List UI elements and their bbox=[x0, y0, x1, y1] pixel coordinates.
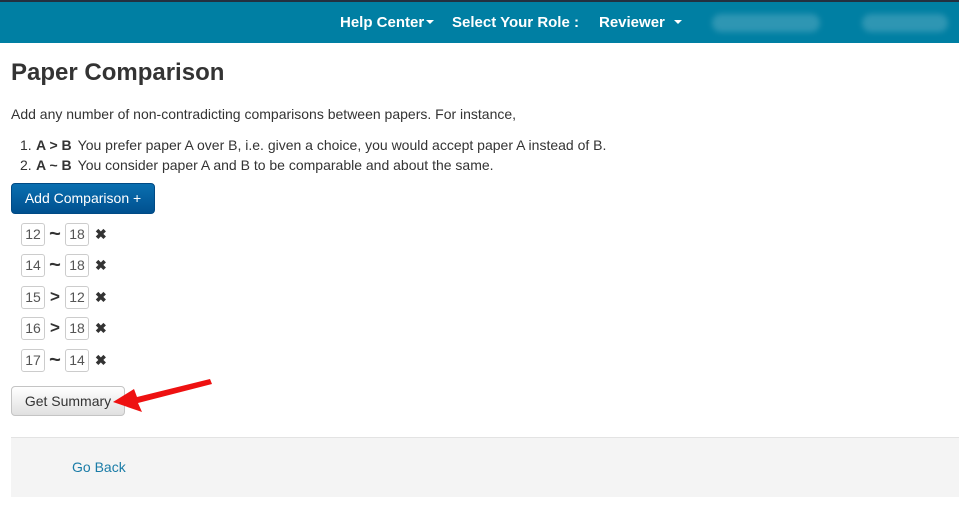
comparison-row: 16 > 18 ✖ bbox=[21, 316, 107, 340]
rule-text: You consider paper A and B to be compara… bbox=[77, 157, 494, 173]
add-comparison-button[interactable]: Add Comparison + bbox=[11, 183, 155, 214]
intro-text: Add any number of non-contradicting comp… bbox=[11, 106, 517, 122]
comparison-row: 12 ~ 18 ✖ bbox=[21, 222, 107, 246]
comparison-row: 17 ~ 14 ✖ bbox=[21, 348, 107, 372]
role-dropdown[interactable]: Reviewer bbox=[599, 2, 683, 43]
paper-b-field[interactable]: 12 bbox=[65, 285, 89, 309]
select-role-label: Select Your Role : bbox=[452, 14, 579, 31]
rule-number: 1. bbox=[20, 137, 32, 153]
red-arrow-annotation-icon bbox=[113, 379, 212, 412]
rule-item: 2. A ~ B You consider paper A and B to be … bbox=[20, 155, 606, 175]
remove-icon[interactable]: ✖ bbox=[95, 257, 107, 274]
remove-icon[interactable]: ✖ bbox=[95, 320, 107, 337]
page-title: Paper Comparison bbox=[11, 59, 225, 86]
comparison-operator: ~ bbox=[49, 223, 61, 245]
comparison-row: 14 ~ 18 ✖ bbox=[21, 253, 107, 277]
paper-a-field[interactable]: 12 bbox=[21, 222, 45, 246]
comparison-operator: > bbox=[50, 287, 60, 306]
rule-number: 2. bbox=[20, 157, 32, 173]
paper-a-field[interactable]: 17 bbox=[21, 348, 45, 372]
remove-icon[interactable]: ✖ bbox=[95, 226, 107, 243]
help-center-menu[interactable]: Help Center bbox=[340, 2, 435, 43]
caret-down-icon bbox=[674, 20, 683, 25]
remove-icon[interactable]: ✖ bbox=[95, 289, 107, 306]
comparison-operator: ~ bbox=[49, 349, 61, 371]
rule-item: 1. A > B You prefer paper A over B, i.e. g… bbox=[20, 135, 606, 155]
paper-b-field[interactable]: 18 bbox=[65, 222, 89, 246]
rule-symbol: A > B bbox=[36, 137, 72, 153]
caret-down-icon bbox=[426, 20, 435, 25]
help-center-label: Help Center bbox=[340, 14, 425, 31]
paper-a-field[interactable]: 15 bbox=[21, 285, 45, 309]
comparison-row: 15 > 12 ✖ bbox=[21, 285, 107, 309]
comparison-operator: > bbox=[50, 318, 60, 337]
rule-text: You prefer paper A over B, i.e. given a … bbox=[77, 137, 607, 153]
redacted-user-menu[interactable] bbox=[712, 14, 820, 32]
rule-symbol: A ~ B bbox=[36, 157, 72, 173]
role-value: Reviewer bbox=[599, 14, 665, 31]
rules-list: 1. A > B You prefer paper A over B, i.e. g… bbox=[20, 135, 606, 175]
navbar: Help Center Select Your Role : Reviewer bbox=[0, 2, 959, 43]
redacted-logout[interactable] bbox=[862, 14, 948, 32]
paper-b-field[interactable]: 18 bbox=[65, 316, 89, 340]
paper-b-field[interactable]: 14 bbox=[65, 348, 89, 372]
go-back-link[interactable]: Go Back bbox=[72, 459, 126, 475]
paper-a-field[interactable]: 16 bbox=[21, 316, 45, 340]
remove-icon[interactable]: ✖ bbox=[95, 352, 107, 369]
paper-b-field[interactable]: 18 bbox=[65, 253, 89, 277]
paper-a-field[interactable]: 14 bbox=[21, 253, 45, 277]
footer: Go Back bbox=[11, 437, 959, 497]
comparison-operator: ~ bbox=[49, 254, 61, 276]
